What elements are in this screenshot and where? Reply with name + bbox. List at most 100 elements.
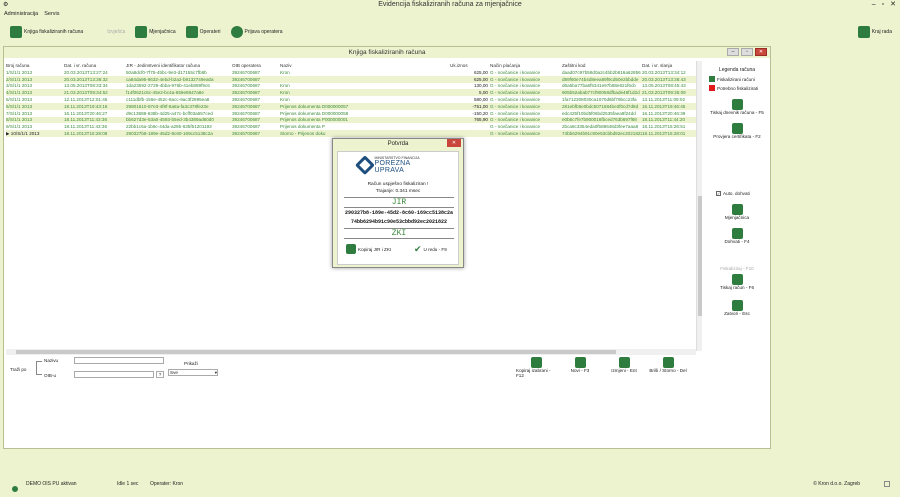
delete-button[interactable]: Briši / Storno - Del — [648, 357, 688, 378]
table-row[interactable]: 5/S/1/1 2013 12.11.2013T12:01:45 c111dbfb-… — [6, 96, 698, 103]
table-cell: 39246700687 — [232, 102, 280, 110]
column-header[interactable]: Uk.iznos — [450, 61, 490, 69]
horizontal-scrollbar[interactable] — [6, 349, 696, 355]
name-input[interactable] — [74, 357, 164, 364]
book-icon — [10, 26, 22, 38]
table-cell: 74bb6294b91c90e53cbbd92ec2021822 — [562, 130, 642, 137]
table-cell: bb627d3e-53a0-4593-b5ed-3b4389ad60d0 — [126, 116, 232, 124]
window-controls: – ▫ ✕ — [872, 0, 896, 10]
table-row[interactable]: ▶ 10/S/1/1 2013 18.11.2013T15:28:08 290327… — [6, 130, 698, 137]
mjenjacnica-side-button[interactable]: Mjenjačnica — [704, 204, 770, 220]
bracket — [36, 361, 42, 375]
jir-label: JIR — [344, 197, 454, 208]
idle-status: Idle 1 sec — [117, 481, 139, 487]
table-row[interactable]: 6/S/1/1 2013 18.11.2013T19:43:16 29801610-… — [6, 102, 698, 110]
table-cell: Prijenos dokumenta D000000058 — [280, 110, 349, 116]
show-label: Prikaži — [184, 361, 198, 366]
table-cell: 16.11.2013T20:46:39 — [642, 110, 686, 116]
close-button[interactable]: Zatvori - Esc — [704, 300, 770, 316]
table-cell: 18.11.2013T11:43:36 — [64, 116, 126, 124]
app-icon: ⚙ — [3, 2, 9, 8]
column-header[interactable]: JIR - Jedinstveni identifikator računa — [126, 61, 232, 69]
column-header[interactable]: Zaštitni kod — [562, 61, 642, 69]
table-row[interactable]: 1/S/1/1 2013 20.03.2013T13:27:24 50a8dcf0-… — [6, 69, 698, 76]
table-cell: Kron — [280, 89, 450, 97]
vertical-scrollbar[interactable] — [696, 61, 702, 351]
mjenjacnica-button[interactable]: Mjenjačnica — [135, 26, 176, 38]
toolbar: Knjiga fiskaliziranih računa Izvješća Mj… — [0, 22, 900, 42]
legend-fiscal-label: Fiskalizirani računi — [717, 76, 755, 82]
table-cell: 905b52abab77cf90058dfbade48f1d2d — [562, 89, 642, 97]
inner-close-icon[interactable]: ✕ — [755, 48, 767, 56]
table-cell: 39246700687 — [232, 116, 280, 124]
show-select[interactable]: Sve ▾ — [168, 369, 218, 376]
edit-button[interactable]: Izmjeni - Ent — [604, 357, 644, 378]
minimize-icon[interactable]: – — [872, 0, 876, 10]
close-icon[interactable]: ✕ — [890, 0, 896, 10]
copy-doc-icon — [346, 244, 356, 254]
vertical-scroll-thumb[interactable] — [698, 196, 702, 316]
operateri-button[interactable]: Operateri — [185, 26, 221, 38]
edit-icon — [618, 357, 630, 368]
copy-jir-zki-button[interactable]: Kopiraj JIR i ZKI — [346, 244, 391, 254]
table-cell: 765,90 — [450, 116, 490, 124]
table-cell: -150,20 — [472, 110, 488, 116]
edit-label: Izmjeni - Ent — [611, 368, 637, 373]
table-cell — [450, 123, 490, 130]
exit-button[interactable]: Kraj rada — [857, 26, 892, 38]
table-cell: 20.03.2013T13:34:12 — [642, 69, 686, 75]
inner-minimize-icon[interactable]: – — [727, 48, 739, 56]
print-journal-button[interactable]: Tiskaj dnevnik računa - F5 — [704, 99, 770, 115]
green-swatch — [709, 76, 715, 82]
inner-window-controls: – ▫ ✕ — [727, 48, 767, 56]
tax-office-text: POREZNA UPRAVA — [374, 160, 411, 174]
table-cell: 7/S/1/1 2013 — [6, 110, 33, 116]
legend-fiscal: Fiskalizirani računi — [709, 76, 770, 82]
maximize-icon[interactable]: ▫ — [882, 0, 884, 10]
exit-icon — [857, 26, 870, 38]
invoice-book-title: Knjiga fiskaliziranih računa — [4, 47, 770, 58]
print-invoice-button[interactable]: Tiskaj račun - F6 — [704, 274, 770, 290]
izvjesca-button[interactable]: Izvješća — [107, 29, 125, 35]
cert-check-button[interactable]: Provjera certifikata - F2 — [704, 123, 770, 139]
table-cell: G - novčanice i kovanice — [490, 69, 541, 75]
column-header[interactable]: Dat. i vr. slanja — [642, 61, 698, 69]
column-header[interactable]: Naziv — [280, 61, 450, 69]
column-header[interactable]: Način plaćanja — [490, 61, 562, 69]
oib-search-button[interactable]: ? — [156, 371, 164, 378]
table-cell: 12.11.2013T12:01:45 — [64, 97, 108, 103]
table-cell — [280, 75, 450, 83]
table-cell: f14f0621c6c-45e2-bc4a-659e8647a8e — [126, 89, 232, 97]
delete-icon — [662, 357, 674, 368]
login-button[interactable]: Prijava operatera — [230, 26, 283, 38]
fiscal-book-button[interactable]: Knjiga fiskaliziranih računa — [10, 26, 83, 38]
table-cell: 3/S/1/1 2013 — [6, 83, 33, 89]
fiscalize-button[interactable]: Fiskaliziraj - F10 — [704, 266, 770, 271]
table-row[interactable]: 9/S/1/1 2013 18.11.2013T11:43:36 22bb1c6a-… — [6, 123, 698, 130]
column-header[interactable]: Dat. i vr. računa — [64, 61, 126, 69]
table-row[interactable]: 3/S/1/1 2013 13.05.2013T08:33:34 1da23592-… — [6, 83, 698, 90]
new-button[interactable]: Novi - F3 — [560, 357, 600, 378]
menu-administracija[interactable]: Administracija — [4, 10, 38, 19]
print-invoice-label: Tiskaj račun - F6 — [719, 285, 755, 290]
copy-selected-button[interactable]: Kopiraj izabrani - F12 — [516, 357, 556, 378]
column-header[interactable]: OIB operatera — [232, 61, 280, 69]
table-cell: 18.11.2013T11:44:20 — [642, 116, 698, 124]
inner-maximize-icon[interactable]: ▫ — [741, 48, 753, 56]
table-row[interactable]: 8/S/1/1 2013 18.11.2013T11:43:36 bb627d3e-… — [6, 116, 698, 124]
dialog-close-icon[interactable]: ✕ — [447, 139, 461, 147]
copy-jir-zki-label: Kopiraj JIR i ZKI — [358, 246, 392, 252]
table-row[interactable]: 4/S/1/1 2013 21.03.2013T09:34:52 f14f0621c… — [6, 89, 698, 97]
table-row[interactable]: 7/S/1/1 2013 16.11.2013T20:46:27 d9c13888-… — [6, 110, 698, 117]
oib-input[interactable] — [74, 371, 154, 378]
auto-fetch-checkbox[interactable]: ✓ Auto. dohvati — [716, 191, 770, 196]
table-cell: 580,00 — [473, 97, 488, 103]
operator-status: Operater: Kron — [150, 481, 184, 487]
table-row[interactable]: 2/S/1/1 2013 20.03.2013T13:36:32 ca84da95-… — [6, 75, 698, 83]
menu-servis[interactable]: Servis — [44, 10, 59, 19]
fetch-button[interactable]: Dohvati - F4 — [704, 228, 770, 244]
ok-button[interactable]: ✔ U redu - F9 — [414, 244, 447, 255]
horizontal-scroll-thumb[interactable] — [16, 350, 616, 354]
table-cell: 18.11.2013T11:43:36 — [64, 124, 107, 130]
column-header[interactable]: Broj računa — [6, 61, 64, 69]
